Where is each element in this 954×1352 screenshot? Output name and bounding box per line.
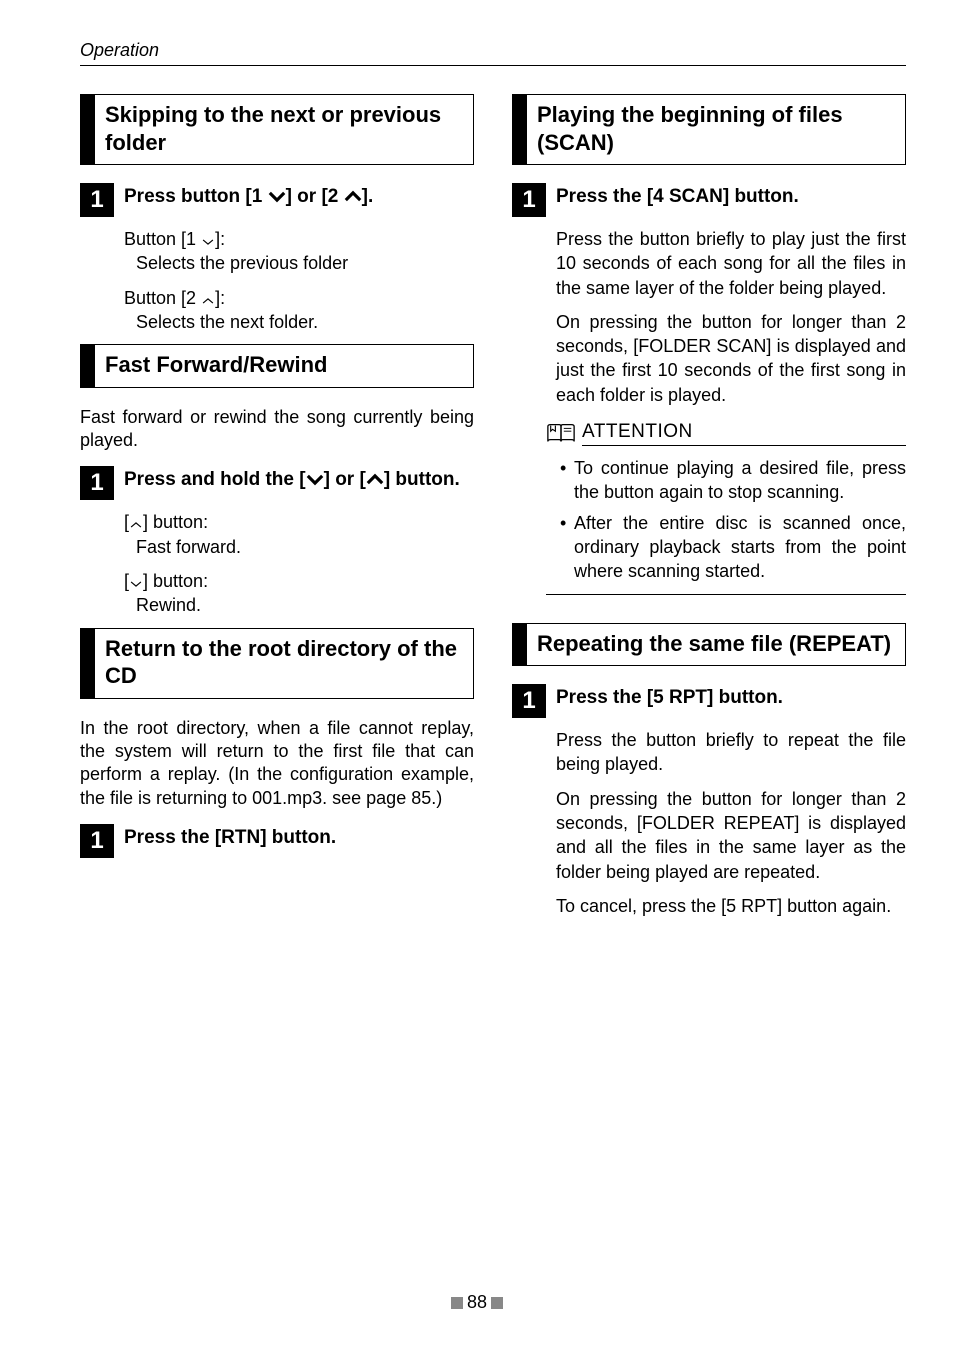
chevron-up-icon [366,473,384,486]
section-heading-scan: Playing the beginning of files (SCAN) [512,94,906,165]
section-heading-repeat: Repeating the same file (REPEAT) [512,623,906,667]
section-intro: Fast forward or rewind the song currentl… [80,406,474,453]
section-title: Repeating the same file (REPEAT) [526,623,906,667]
step-number-badge: 1 [512,183,546,217]
left-column: Skipping to the next or previous folder … [80,88,474,928]
section-heading-ffwd: Fast Forward/Rewind [80,344,474,388]
running-head: Operation [80,40,906,66]
step-detail: Press the button briefly to play just th… [556,227,906,407]
step-instruction: Press the [4 SCAN] button. [556,183,799,210]
section-title: Playing the beginning of files (SCAN) [526,94,906,165]
step-detail: Press the button briefly to repeat the f… [556,728,906,918]
chevron-up-icon [344,190,362,203]
section-title: Fast Forward/Rewind [94,344,474,388]
step-number-badge: 1 [80,824,114,858]
step-1-skip-folder: 1 Press button [1 ] or [2 ]. [80,183,474,217]
chevron-down-icon [268,190,286,203]
step-1-ffwd: 1 Press and hold the [] or [] button. [80,466,474,500]
square-bullet-icon [451,1297,463,1309]
step-number-badge: 1 [80,183,114,217]
step-instruction: Press the [5 RPT] button. [556,684,783,711]
chevron-up-icon [201,296,215,306]
step-detail: [] button:Fast forward. [] button:Rewind… [124,510,474,617]
section-heading-skip-folder: Skipping to the next or previous folder [80,94,474,165]
section-title: Return to the root directory of the CD [94,628,474,699]
attention-item: To continue playing a desired file, pres… [560,456,906,505]
right-column: Playing the beginning of files (SCAN) 1 … [512,88,906,928]
step-instruction: Press button [1 ] or [2 ]. [124,183,373,210]
section-heading-root: Return to the root directory of the CD [80,628,474,699]
step-instruction: Press and hold the [] or [] button. [124,466,460,493]
attention-box: ATTENTION To continue playing a desired … [546,421,906,594]
step-1-rtn: 1 Press the [RTN] button. [80,824,474,858]
section-title: Skipping to the next or previous folder [94,94,474,165]
step-1-rpt: 1 Press the [5 RPT] button. [512,684,906,718]
attention-item: After the entire disc is scanned once, o… [560,511,906,584]
square-bullet-icon [491,1297,503,1309]
section-intro: In the root directory, when a file canno… [80,717,474,811]
page-number: 88 [467,1292,487,1312]
step-1-scan: 1 Press the [4 SCAN] button. [512,183,906,217]
chevron-down-icon [306,473,324,486]
book-icon [546,422,576,446]
step-detail: Button [1 ]:Selects the previous folder … [124,227,474,334]
chevron-up-icon [129,520,143,530]
attention-label: ATTENTION [582,421,906,446]
step-number-badge: 1 [512,684,546,718]
step-instruction: Press the [RTN] button. [124,824,336,851]
chevron-down-icon [201,237,215,247]
page-footer: 88 [0,1292,954,1313]
step-number-badge: 1 [80,466,114,500]
chevron-down-icon [129,579,143,589]
